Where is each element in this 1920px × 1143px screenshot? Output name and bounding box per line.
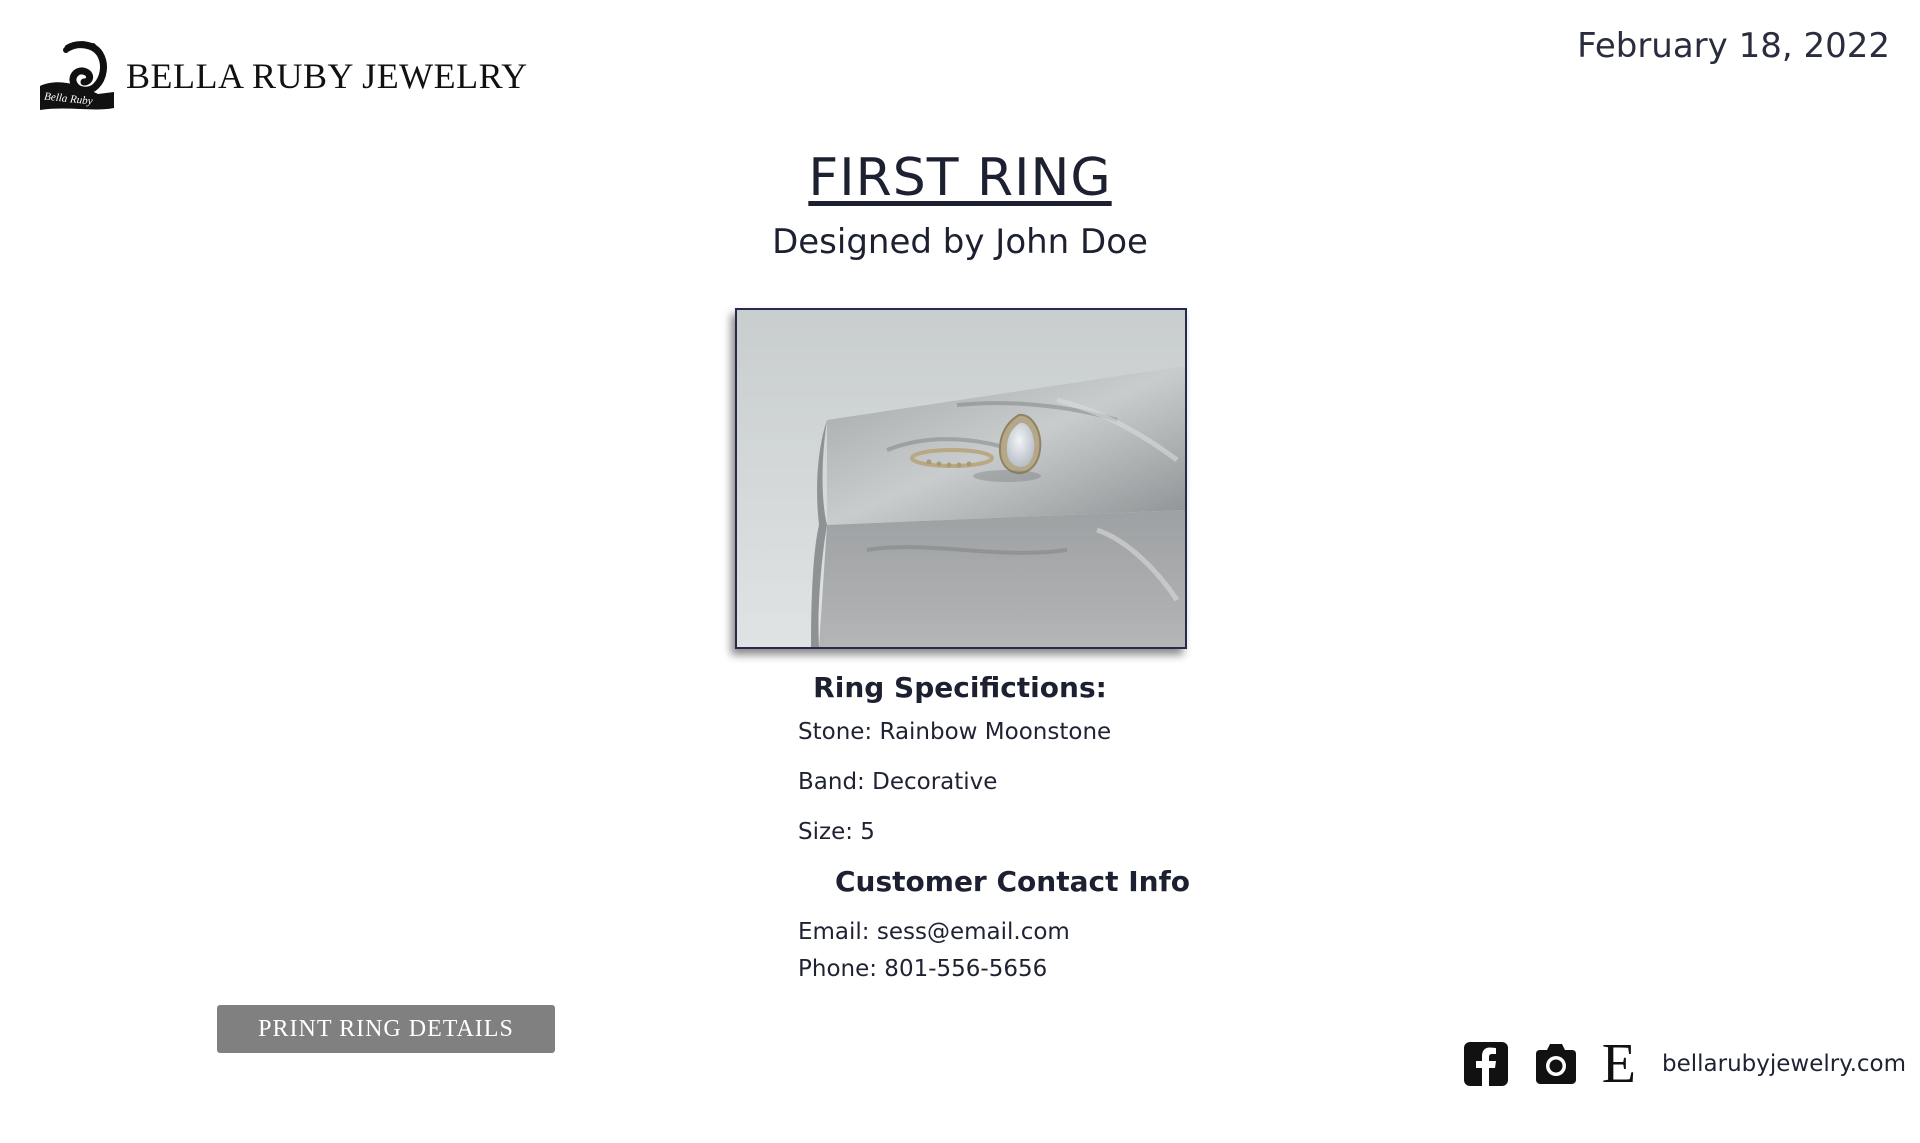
current-date: February 18, 2022 [1577, 26, 1890, 66]
spec-stone: Stone: Rainbow Moonstone [798, 719, 1112, 745]
camera-icon[interactable] [1532, 1040, 1580, 1088]
website-link[interactable]: bellarubyjewelry.com [1662, 1051, 1906, 1077]
facebook-icon[interactable] [1462, 1040, 1510, 1088]
spec-size: Size: 5 [798, 819, 875, 845]
spec-band: Band: Decorative [798, 769, 998, 795]
contact-phone: Phone: 801-556-5656 [798, 956, 1048, 982]
etsy-icon[interactable]: E [1602, 1036, 1636, 1092]
bella-ruby-logo-icon: Bella Ruby [40, 41, 114, 110]
print-ring-details-button[interactable]: PRINT RING DETAILS [217, 1005, 555, 1053]
brand-name: BELLA RUBY JEWELRY [126, 56, 528, 96]
page: Bella Ruby BELLA RUBY JEWELRY February 1… [0, 0, 1920, 1143]
ring-title: FIRST RING [808, 148, 1112, 208]
contact-email: Email: sess@email.com [798, 919, 1070, 945]
designer-line: Designed by John Doe [772, 222, 1148, 262]
specifications-heading: Ring Specifictions: [813, 671, 1107, 704]
ring-photo [735, 308, 1187, 649]
brand[interactable]: Bella Ruby BELLA RUBY JEWELRY [38, 40, 528, 112]
ring-photo-image [737, 310, 1185, 647]
contact-heading: Customer Contact Info [835, 865, 1190, 898]
footer-links: E bellarubyjewelry.com [1462, 1036, 1906, 1092]
